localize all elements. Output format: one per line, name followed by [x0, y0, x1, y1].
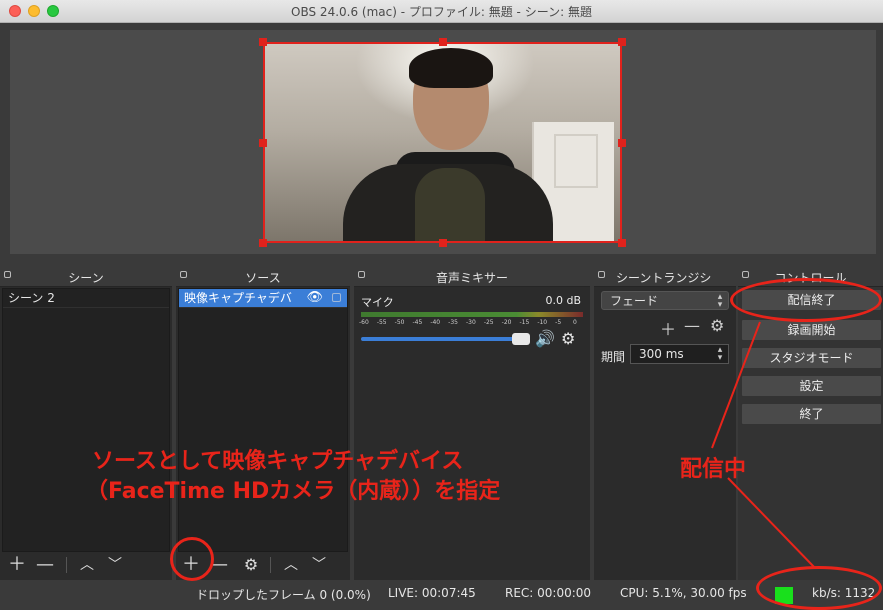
annotation-arrows	[711, 321, 816, 569]
